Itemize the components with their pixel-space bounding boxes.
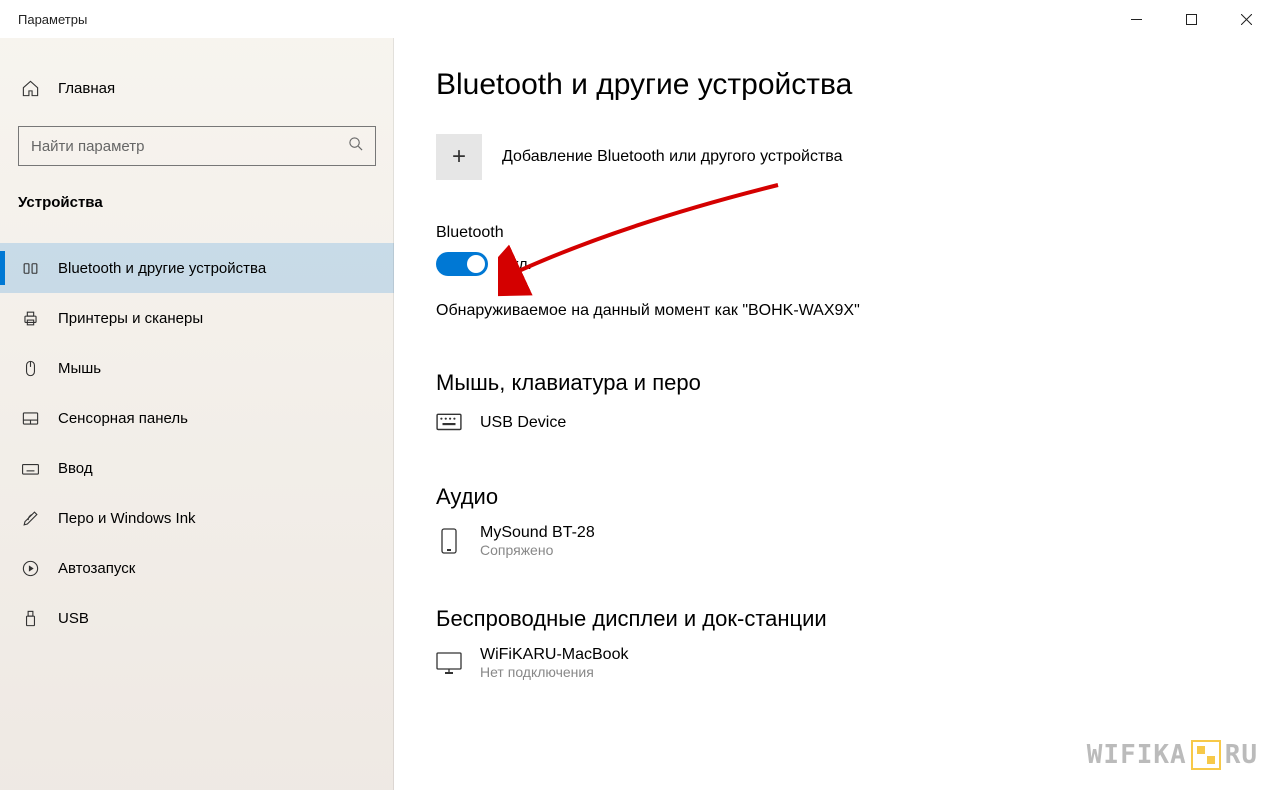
- bluetooth-toggle-row: Вкл.: [436, 252, 1274, 276]
- device-audio[interactable]: MySound BT-28 Сопряжено: [436, 524, 1274, 558]
- section-mouse-kb-pen: Мышь, клавиатура и перо: [436, 370, 1274, 396]
- device-status: Нет подключения: [480, 664, 628, 680]
- device-wireless[interactable]: WiFiKARU-MacBook Нет подключения: [436, 646, 1274, 680]
- bluetooth-devices-icon: [20, 258, 40, 278]
- window-controls: [1109, 0, 1274, 38]
- add-device-label: Добавление Bluetooth или другого устройс…: [502, 148, 843, 166]
- watermark: WIFIKA RU: [1087, 740, 1258, 770]
- search-input[interactable]: [31, 138, 348, 155]
- add-device-button[interactable]: +: [436, 134, 482, 180]
- sidebar-item-printers[interactable]: Принтеры и сканеры: [0, 293, 394, 343]
- touchpad-icon: [20, 408, 40, 428]
- search-container: [18, 126, 376, 166]
- sidebar-item-usb[interactable]: USB: [0, 593, 394, 643]
- section-wireless: Беспроводные дисплеи и док-станции: [436, 606, 1274, 632]
- sidebar-item-label: Перо и Windows Ink: [58, 510, 196, 527]
- monitor-device-icon: [436, 650, 462, 676]
- printer-icon: [20, 308, 40, 328]
- device-name: WiFiKARU-MacBook: [480, 646, 628, 664]
- sidebar-item-label: Принтеры и сканеры: [58, 310, 203, 327]
- sidebar-item-mouse[interactable]: Мышь: [0, 343, 394, 393]
- sidebar-category: Устройства: [0, 166, 394, 221]
- sidebar-item-autoplay[interactable]: Автозапуск: [0, 543, 394, 593]
- device-status: Сопряжено: [480, 542, 595, 558]
- content-area: Bluetooth и другие устройства + Добавлен…: [394, 38, 1274, 790]
- home-icon: [20, 78, 40, 98]
- keyboard-icon: [20, 458, 40, 478]
- page-title: Bluetooth и другие устройства: [436, 68, 1274, 102]
- watermark-left: WIFIKA: [1087, 740, 1187, 770]
- phone-device-icon: [436, 528, 462, 554]
- home-link[interactable]: Главная: [0, 68, 394, 108]
- sidebar-list: Bluetooth и другие устройства Принтеры и…: [0, 243, 394, 643]
- device-name: USB Device: [480, 414, 566, 432]
- window-title: Параметры: [18, 12, 87, 27]
- section-audio: Аудио: [436, 484, 1274, 510]
- plus-icon: +: [452, 143, 466, 171]
- pen-icon: [20, 508, 40, 528]
- sidebar-item-typing[interactable]: Ввод: [0, 443, 394, 493]
- keyboard-device-icon: [436, 410, 462, 436]
- add-device-row[interactable]: + Добавление Bluetooth или другого устро…: [436, 134, 1274, 180]
- discoverable-text: Обнаруживаемое на данный момент как "BOH…: [436, 302, 1274, 320]
- bluetooth-toggle[interactable]: [436, 252, 488, 276]
- sidebar-item-label: Автозапуск: [58, 560, 135, 577]
- search-input-wrap[interactable]: [18, 126, 376, 166]
- qr-icon: [1191, 740, 1221, 770]
- home-label: Главная: [58, 80, 115, 97]
- device-usb[interactable]: USB Device: [436, 410, 1274, 436]
- sidebar-item-bluetooth[interactable]: Bluetooth и другие устройства: [0, 243, 394, 293]
- sidebar-item-touchpad[interactable]: Сенсорная панель: [0, 393, 394, 443]
- bluetooth-heading: Bluetooth: [436, 224, 1274, 242]
- usb-icon: [20, 608, 40, 628]
- sidebar: Главная Устройства Bluetooth и другие ус…: [0, 38, 394, 790]
- close-button[interactable]: [1219, 0, 1274, 38]
- sidebar-item-pen[interactable]: Перо и Windows Ink: [0, 493, 394, 543]
- maximize-button[interactable]: [1164, 0, 1219, 38]
- minimize-button[interactable]: [1109, 0, 1164, 38]
- sidebar-item-label: Bluetooth и другие устройства: [58, 260, 266, 277]
- mouse-icon: [20, 358, 40, 378]
- watermark-right: RU: [1225, 740, 1258, 770]
- sidebar-item-label: USB: [58, 610, 89, 627]
- toggle-status-label: Вкл.: [502, 256, 532, 273]
- sidebar-item-label: Ввод: [58, 460, 93, 477]
- device-name: MySound BT-28: [480, 524, 595, 542]
- sidebar-item-label: Сенсорная панель: [58, 410, 188, 427]
- search-icon: [348, 136, 363, 156]
- titlebar: Параметры: [0, 0, 1274, 38]
- sidebar-item-label: Мышь: [58, 360, 101, 377]
- autoplay-icon: [20, 558, 40, 578]
